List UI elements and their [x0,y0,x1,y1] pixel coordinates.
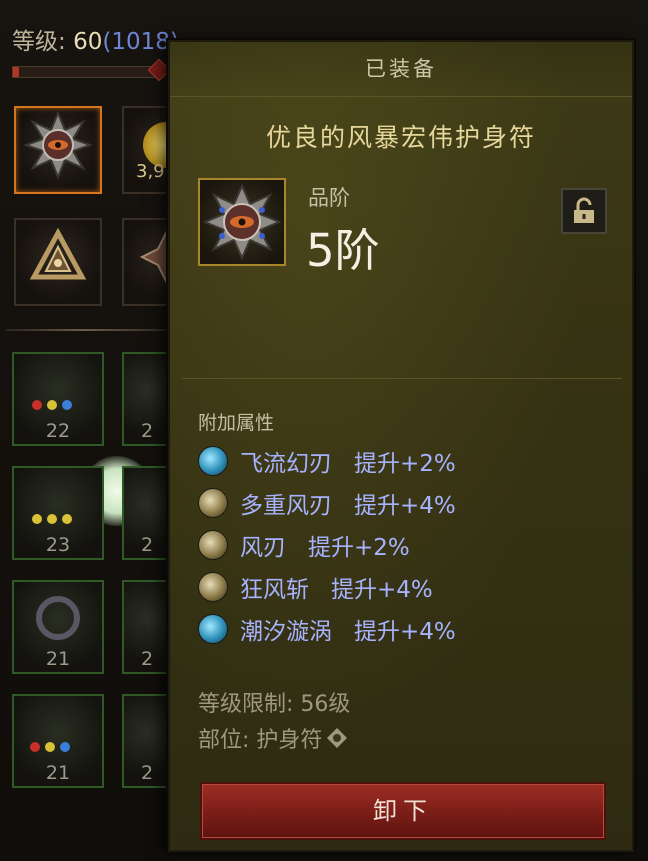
amulet-icon [23,110,93,180]
slot-info: 部位: 护身符 [198,722,348,754]
level-value: 60 [73,29,103,55]
ring-slot[interactable]: 21 [12,580,104,674]
item-level: 2 [140,534,154,556]
affix-name: 狂风斩 [240,577,309,603]
socket-row [32,514,72,524]
gold-amount: 3,9 [136,161,165,182]
affix-section-title: 附加属性 [198,412,275,434]
unequip-button[interactable]: 卸下 [200,782,606,840]
gear-slot[interactable]: 2 [122,352,172,446]
item-level: 2 [140,420,154,442]
socket-row [30,742,70,752]
xp-bar-fill [13,67,19,77]
affix-row: 潮汐漩涡 提升+4% [198,608,456,650]
talisman-slot[interactable] [14,218,102,306]
lock-toggle-button[interactable] [561,188,607,234]
affix-bonus: 提升+4% [331,577,433,603]
item-level: 21 [45,762,71,784]
grade-label: 品阶 [308,186,350,210]
wind-skill-icon [198,572,228,602]
item-level: 2 [140,648,154,670]
equipped-header: 已装备 [170,42,632,97]
gear-slot[interactable]: 23 [12,466,104,560]
inventory-divider [6,329,166,331]
level-requirement: 等级限制: 56级 [198,692,351,717]
affix-name: 潮汐漩涡 [240,619,332,645]
water-skill-icon [198,614,228,644]
item-level: 23 [45,534,71,556]
affix-bonus: 提升+2% [308,535,410,561]
affix-name: 飞流幻刃 [240,451,332,477]
affix-row: 狂风斩 提升+4% [198,566,456,608]
ring-icon [36,596,80,640]
item-level: 21 [45,648,71,670]
character-level: 等级: 60(1018) [12,22,179,56]
affix-name: 风刃 [240,535,286,561]
triangle-rune-icon [29,227,87,280]
affix-row: 飞流幻刃 提升+2% [198,440,456,482]
affix-row: 风刃 提升+2% [198,524,456,566]
section-divider [182,378,622,379]
level-label: 等级: [12,29,74,55]
water-skill-icon [198,446,228,476]
socket-row [32,400,72,410]
amulet-icon [202,183,282,261]
ring-slot[interactable]: 21 [12,694,104,788]
ring-slot[interactable]: 2 [122,694,172,788]
affix-bonus: 提升+4% [354,493,456,519]
amulet-slot-icon [327,728,348,748]
unlock-icon [574,197,594,223]
item-tooltip: 已装备 优良的风暴宏伟护身符 品阶 5阶 附加属性 飞流幻刃 提升+2% 多重风 [168,40,634,852]
xp-bar [12,66,164,78]
gear-slot[interactable]: 2 [122,466,172,560]
affix-bonus: 提升+2% [354,451,456,477]
wind-skill-icon [198,488,228,518]
amulet-slot[interactable] [14,106,102,194]
grade-value: 5阶 [306,224,380,277]
wind-skill-icon [198,530,228,560]
item-level: 2 [140,762,154,784]
affix-list: 飞流幻刃 提升+2% 多重风刃 提升+4% 风刃 提升+2% 狂风斩 提升+4%… [198,440,456,650]
item-name: 优良的风暴宏伟护身符 [265,123,536,152]
affix-row: 多重风刃 提升+4% [198,482,456,524]
slot-label: 部位: 护身符 [198,728,323,753]
ring-slot[interactable]: 2 [122,580,172,674]
item-icon [198,178,286,266]
item-level: 22 [45,420,71,442]
gear-slot[interactable]: 22 [12,352,104,446]
affix-bonus: 提升+4% [354,619,456,645]
affix-name: 多重风刃 [240,493,332,519]
